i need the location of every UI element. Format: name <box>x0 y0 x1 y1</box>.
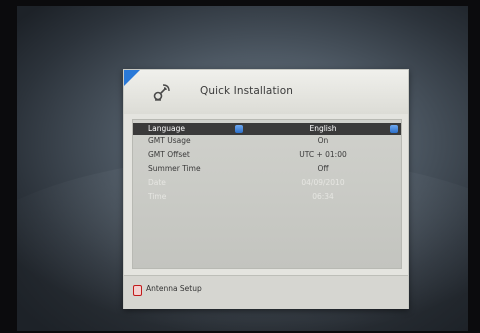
setting-value: Off <box>317 164 329 173</box>
antenna-setup-button[interactable]: Antenna Setup <box>146 284 202 293</box>
setting-row-gmt-offset[interactable]: GMT Offset UTC + 01:00 <box>133 149 401 161</box>
right-arrow-icon[interactable] <box>390 125 398 133</box>
setting-value: On <box>317 136 329 145</box>
setting-label: Time <box>148 192 167 201</box>
settings-list: Language English GMT Usage On GMT Offset… <box>132 119 402 269</box>
setting-row-language[interactable]: Language English <box>133 123 401 135</box>
setting-value: UTC + 01:00 <box>299 150 347 159</box>
setting-label: Date <box>148 178 166 187</box>
tv-screen: Quick Installation Language English GMT … <box>17 6 468 331</box>
satellite-icon <box>153 84 170 101</box>
setting-label: Language <box>148 124 186 133</box>
setting-value: English <box>309 124 337 133</box>
quick-installation-dialog: Quick Installation Language English GMT … <box>123 69 409 309</box>
setting-value: 06:34 <box>312 192 334 201</box>
setting-row-gmt-usage[interactable]: GMT Usage On <box>133 135 401 147</box>
setting-row-date: Date 04/09/2010 <box>133 177 401 189</box>
red-key-icon <box>133 285 142 296</box>
setting-label: GMT Offset <box>148 150 190 159</box>
left-arrow-icon[interactable] <box>235 125 243 133</box>
setting-value: 04/09/2010 <box>301 178 345 187</box>
dialog-title: Quick Installation <box>200 85 293 97</box>
setting-label: Summer Time <box>148 164 201 173</box>
setting-label: GMT Usage <box>148 136 191 145</box>
dialog-header: Quick Installation <box>124 70 408 114</box>
setting-row-summer-time[interactable]: Summer Time Off <box>133 163 401 175</box>
corner-accent <box>124 70 140 86</box>
dialog-footer: Antenna Setup <box>124 275 408 309</box>
setting-row-time: Time 06:34 <box>133 191 401 203</box>
